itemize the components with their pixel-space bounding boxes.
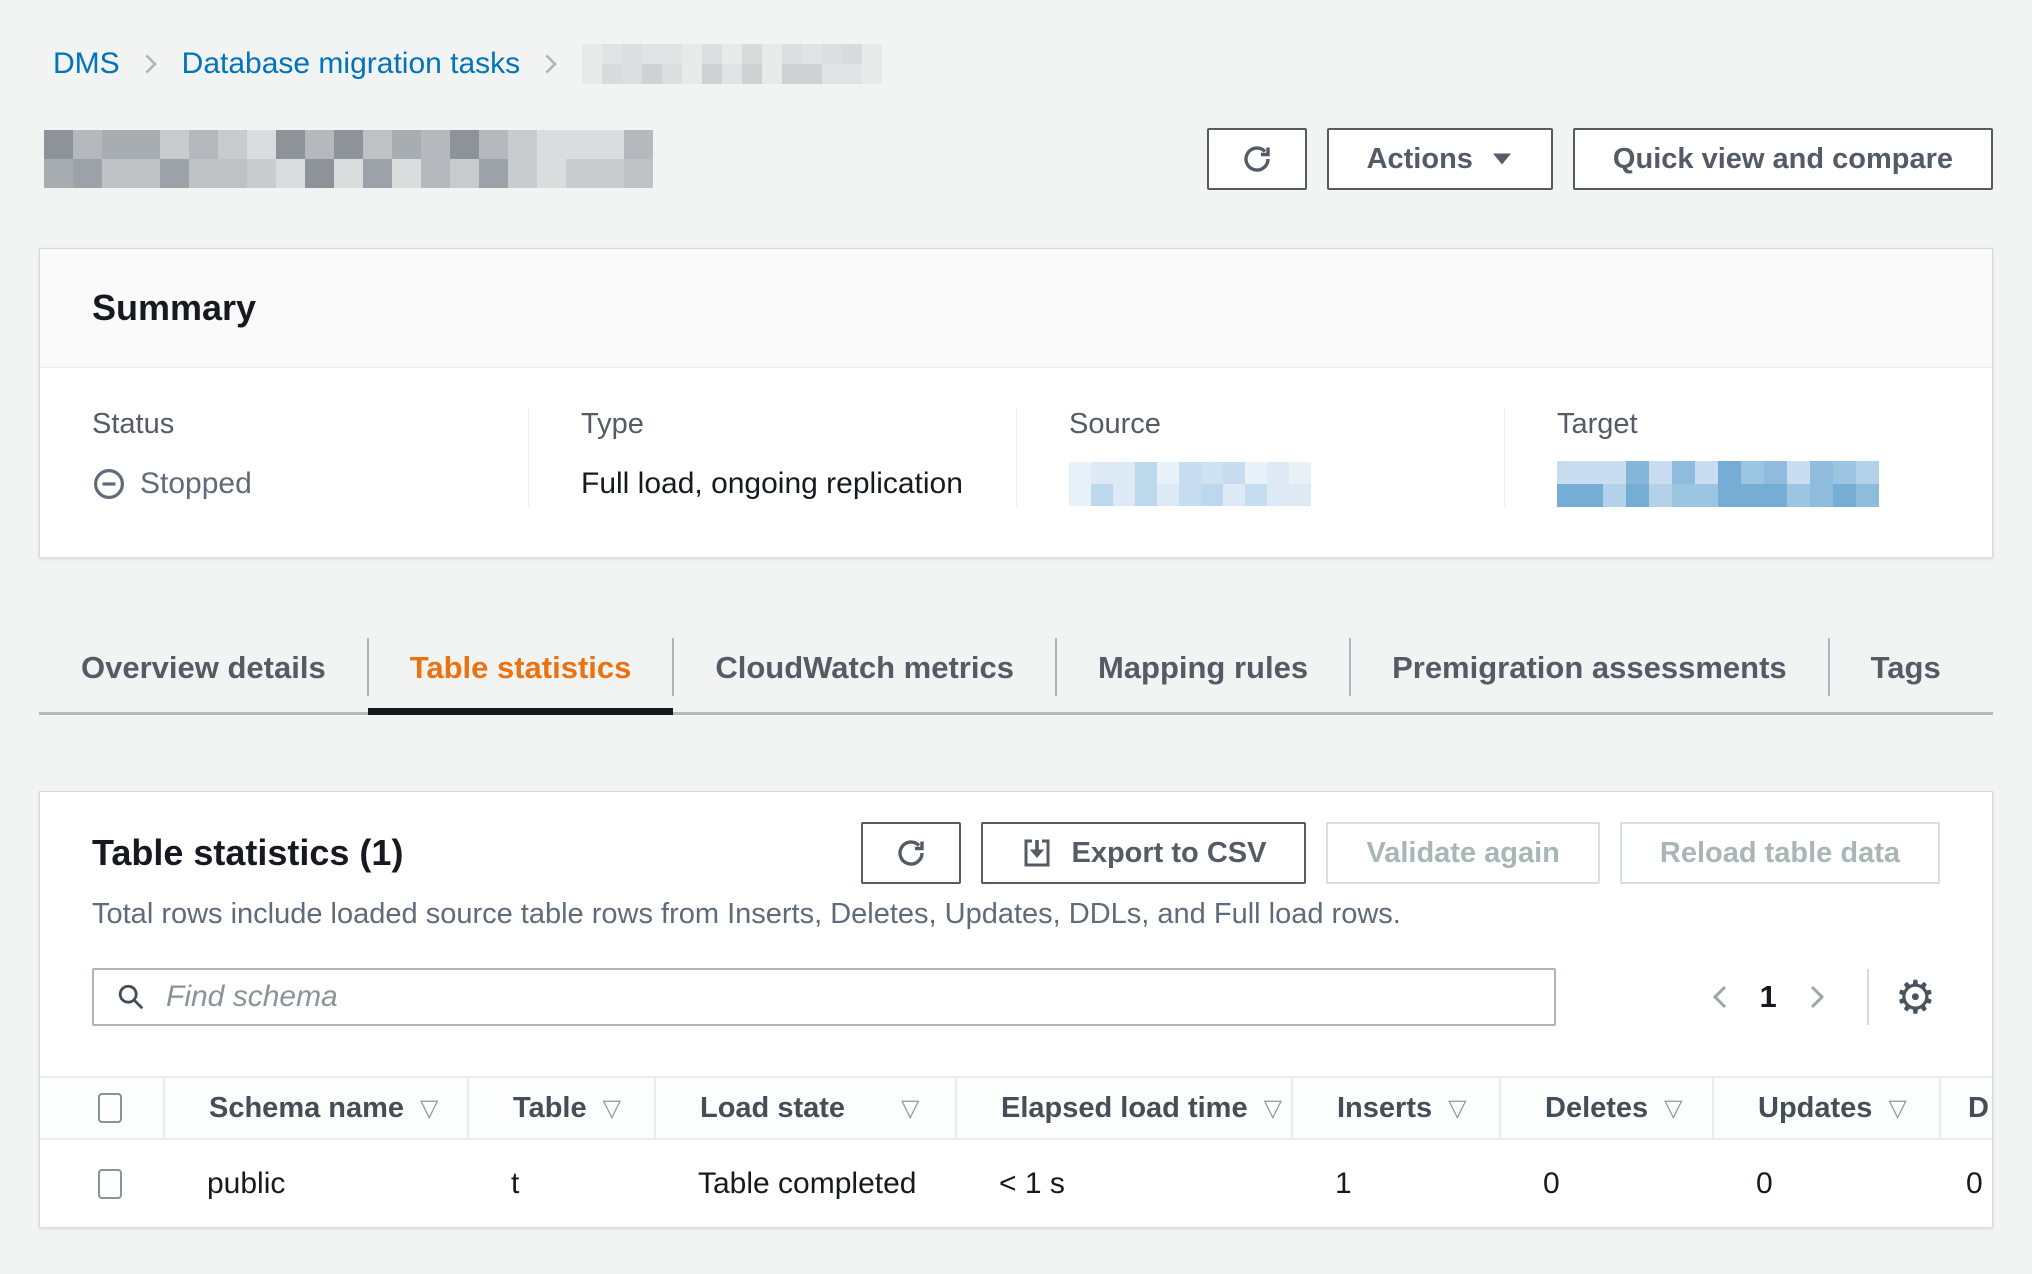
page-title-redacted [44,130,653,188]
col-header-ddls-clipped[interactable]: D [1968,1092,1989,1125]
tab-premigration-assessments[interactable]: Premigration assessments [1350,630,1829,712]
previous-page-button[interactable] [1696,984,1744,1010]
sort-icon[interactable]: ▽ [901,1094,919,1123]
cell-deletes: 0 [1499,1140,1712,1227]
cell-table: t [467,1140,654,1227]
col-header-updates[interactable]: Updates [1758,1092,1872,1125]
col-header-table[interactable]: Table [513,1092,587,1125]
page-header: Actions Quick view and compare [39,128,1993,190]
table-statistics-title: Table statistics (1) [92,832,403,874]
actions-button[interactable]: Actions [1327,128,1553,190]
refresh-icon [1240,142,1274,176]
chevron-right-icon [544,53,558,75]
tab-bar: Overview details Table statistics CloudW… [39,630,1993,715]
tab-tags[interactable]: Tags [1829,630,1983,712]
tab-overview-details[interactable]: Overview details [39,630,368,712]
search-icon [116,982,146,1012]
breadcrumb-link-dms[interactable]: DMS [53,47,120,81]
cell-load-state: Table completed [654,1140,955,1227]
table-toolbar: 1 ⚙ [40,932,1992,1026]
sort-icon[interactable]: ▽ [1448,1094,1466,1123]
refresh-icon [894,836,928,870]
target-label: Target [1557,408,1952,441]
status-value: Stopped [140,467,252,501]
download-icon [1021,837,1053,869]
breadcrumb-current-redacted [582,44,882,84]
summary-field-type: Type Full load, ongoing replication [528,408,1016,507]
page-number[interactable]: 1 [1760,979,1777,1015]
sort-icon[interactable]: ▽ [1264,1094,1282,1123]
quick-view-compare-button[interactable]: Quick view and compare [1573,128,1993,190]
breadcrumb: DMS Database migration tasks [39,0,1993,84]
next-page-button[interactable] [1793,984,1841,1010]
page-header-actions: Actions Quick view and compare [1207,128,1993,190]
summary-title: Summary [40,249,1992,368]
table-header-row: Schema name ▽ Table ▽ Load state ▽ Elapsed … [40,1076,1993,1140]
source-value-redacted[interactable] [1069,462,1311,506]
summary-field-status: Status Stopped [40,408,528,507]
tab-table-statistics[interactable]: Table statistics [368,630,674,712]
cell-schema-name: public [163,1140,467,1227]
col-header-schema-name[interactable]: Schema name [209,1092,404,1125]
actions-button-label: Actions [1367,143,1473,176]
quick-view-compare-label: Quick view and compare [1613,143,1953,176]
reload-table-data-button[interactable]: Reload table data [1620,822,1940,884]
reload-table-data-label: Reload table data [1660,837,1900,870]
caret-down-icon [1491,152,1513,166]
table-statistics-actions: Export to CSV Validate again Reload tabl… [861,822,1940,884]
select-all-checkbox[interactable] [98,1093,122,1123]
col-header-elapsed-load-time[interactable]: Elapsed load time [1001,1092,1248,1125]
col-header-inserts[interactable]: Inserts [1337,1092,1432,1125]
pagination: 1 ⚙ [1696,969,1941,1025]
sort-icon[interactable]: ▽ [1664,1094,1682,1123]
summary-field-source: Source [1016,408,1504,507]
tab-cloudwatch-metrics[interactable]: CloudWatch metrics [673,630,1056,712]
validate-again-label: Validate again [1366,837,1559,870]
breadcrumb-link-tasks[interactable]: Database migration tasks [182,47,521,81]
stopped-status-icon [92,467,126,501]
cell-elapsed-load-time: < 1 s [955,1140,1291,1227]
tab-mapping-rules[interactable]: Mapping rules [1056,630,1350,712]
sort-icon[interactable]: ▽ [603,1094,621,1123]
preferences-gear-icon[interactable]: ⚙ [1891,974,1940,1020]
table-refresh-button[interactable] [861,822,961,884]
table-statistics-description: Total rows include loaded source table r… [40,884,1992,932]
pagination-divider [1867,969,1869,1025]
type-label: Type [581,408,976,441]
cell-ddls-clipped: 0 [1939,1140,1993,1227]
cell-inserts: 1 [1291,1140,1499,1227]
table-statistics-table: Schema name ▽ Table ▽ Load state ▽ Elapsed … [40,1076,1993,1227]
summary-body: Status Stopped Type Full load, ongoing r… [40,368,1992,557]
source-label: Source [1069,408,1464,441]
table-statistics-panel: Table statistics (1) [39,791,1993,1228]
table-row: public t Table completed < 1 s 1 0 0 0 [40,1140,1993,1227]
sort-icon[interactable]: ▽ [420,1094,438,1123]
schema-search-input[interactable] [164,979,1532,1015]
page: DMS Database migration tasks Actions [0,0,2032,1228]
sort-icon[interactable]: ▽ [1888,1094,1906,1123]
export-csv-label: Export to CSV [1071,837,1266,870]
summary-panel: Summary Status Stopped Type Full load, o… [39,248,1993,558]
export-csv-button[interactable]: Export to CSV [981,822,1306,884]
target-value-redacted[interactable] [1557,461,1879,507]
col-header-deletes[interactable]: Deletes [1545,1092,1648,1125]
row-checkbox[interactable] [98,1169,122,1199]
summary-field-target: Target [1504,408,1992,507]
refresh-button[interactable] [1207,128,1307,190]
status-label: Status [92,408,488,441]
chevron-right-icon [144,53,158,75]
schema-search-box [92,968,1556,1026]
validate-again-button[interactable]: Validate again [1326,822,1599,884]
cell-updates: 0 [1712,1140,1939,1227]
type-value: Full load, ongoing replication [581,461,976,507]
col-header-load-state[interactable]: Load state [700,1092,845,1125]
